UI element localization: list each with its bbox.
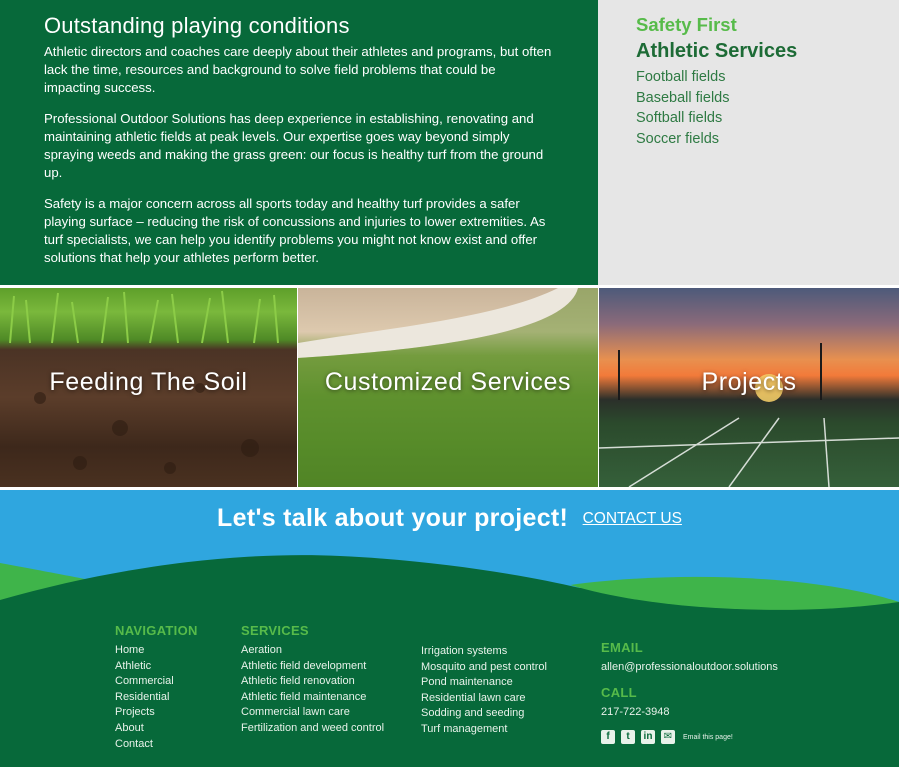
footer-link-contact[interactable]: Contact [115, 737, 198, 753]
tile-label: Feeding The Soil [49, 368, 248, 396]
service-link[interactable]: Pond maintenance [421, 675, 547, 691]
footer-navigation: NAVIGATION Home Athletic Commercial Resi… [115, 620, 198, 752]
service-link[interactable]: Commercial lawn care [241, 705, 384, 721]
intro-panel: Outstanding playing conditions Athletic … [0, 0, 598, 285]
phone-link[interactable]: 217-722-3948 [601, 706, 778, 718]
service-link[interactable]: Mosquito and pest control [421, 660, 547, 676]
tile-customized-services[interactable]: Customized Services [298, 288, 598, 487]
service-link[interactable]: Athletic field renovation [241, 674, 384, 690]
linkedin-icon[interactable]: in [641, 730, 655, 744]
service-link[interactable]: Athletic field development [241, 659, 384, 675]
footer-link-commercial[interactable]: Commercial [115, 674, 198, 690]
tile-feeding-the-soil[interactable]: Feeding The Soil [0, 288, 297, 487]
footer-link-residential[interactable]: Residential [115, 690, 198, 706]
sidebar-item-football[interactable]: Football fields [636, 67, 899, 88]
service-link[interactable]: Fertilization and weed control [241, 721, 384, 737]
services-heading: SERVICES [241, 623, 309, 638]
service-link[interactable]: Turf management [421, 722, 547, 738]
intro-paragraph: Safety is a major concern across all spo… [44, 196, 546, 265]
site-footer: NAVIGATION Home Athletic Commercial Resi… [0, 620, 899, 767]
navigation-heading: NAVIGATION [115, 623, 198, 638]
athletic-services-list: Football fields Baseball fields Softball… [636, 67, 899, 149]
sidebar-item-soccer[interactable]: Soccer fields [636, 129, 899, 150]
safety-first-link[interactable]: Safety First [636, 14, 899, 36]
facebook-icon[interactable]: f [601, 730, 615, 744]
tile-label: Projects [701, 368, 797, 396]
services-sidebar: Safety First Athletic Services Football … [598, 0, 899, 285]
footer-contact: EMAIL allen@professionaloutdoor.solution… [601, 640, 778, 744]
cta-headline: Let's talk about your project! [217, 504, 569, 532]
footer-link-about[interactable]: About [115, 721, 198, 737]
sidebar-item-softball[interactable]: Softball fields [636, 108, 899, 129]
footer-link-home[interactable]: Home [115, 643, 198, 659]
intro-paragraph: Athletic directors and coaches care deep… [44, 44, 552, 95]
service-link[interactable]: Aeration [241, 643, 384, 659]
service-link[interactable]: Residential lawn care [421, 691, 547, 707]
email-link[interactable]: allen@professionaloutdoor.solutions [601, 661, 778, 673]
tile-label: Customized Services [324, 368, 572, 396]
intro-heading: Outstanding playing conditions [44, 13, 350, 38]
social-links: f t in ✉ Email this page! [601, 730, 778, 744]
footer-services-more: Irrigation systems Mosquito and pest con… [421, 644, 547, 738]
email-heading: EMAIL [601, 640, 643, 655]
footer-link-athletic[interactable]: Athletic [115, 659, 198, 675]
service-link[interactable]: Irrigation systems [421, 644, 547, 660]
call-heading: CALL [601, 685, 637, 700]
feature-tiles: Feeding The Soil Customized Services Pro… [0, 288, 899, 487]
service-link[interactable]: Athletic field maintenance [241, 690, 384, 706]
footer-link-projects[interactable]: Projects [115, 705, 198, 721]
email-this-page-link[interactable]: Email this page! [683, 734, 733, 741]
intro-paragraph: Professional Outdoor Solutions has deep … [44, 111, 544, 180]
top-section: Outstanding playing conditions Athletic … [0, 0, 899, 285]
contact-us-link[interactable]: CONTACT US [583, 510, 682, 527]
footer-services: SERVICES Aeration Athletic field develop… [241, 620, 384, 737]
tile-projects[interactable]: Projects [599, 288, 899, 487]
twitter-icon[interactable]: t [621, 730, 635, 744]
envelope-icon[interactable]: ✉ [661, 730, 675, 744]
athletic-services-heading: Athletic Services [636, 40, 798, 62]
sidebar-item-baseball[interactable]: Baseball fields [636, 88, 899, 109]
service-link[interactable]: Sodding and seeding [421, 706, 547, 722]
